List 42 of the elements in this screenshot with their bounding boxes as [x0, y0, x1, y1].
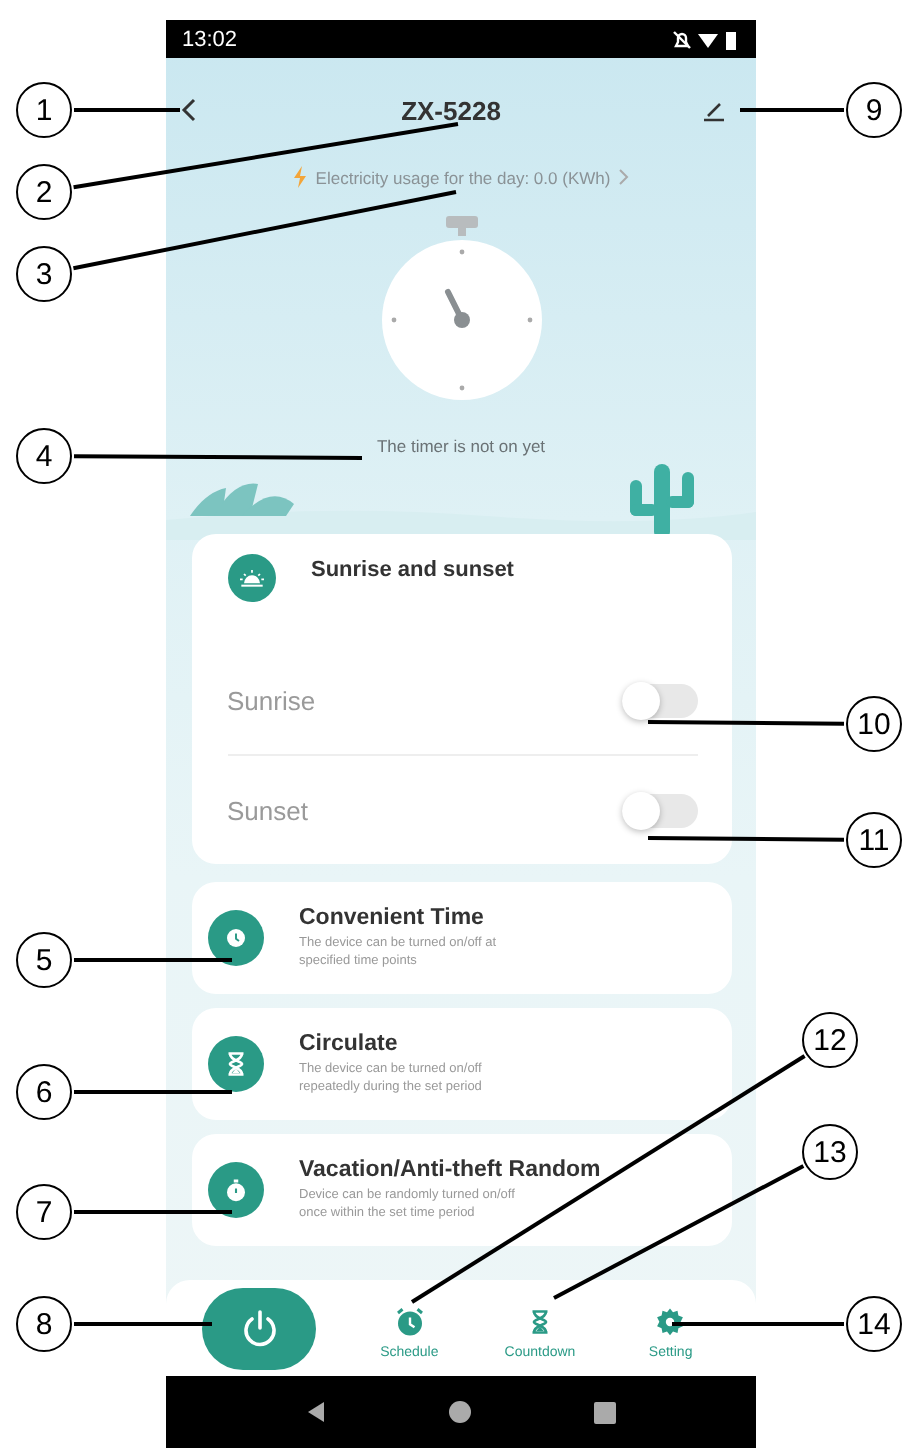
status-time: 13:02	[182, 27, 238, 51]
callout-number: 5	[16, 932, 72, 988]
toggle-label: Sunset	[227, 795, 308, 825]
callout-number: 11	[846, 812, 902, 868]
mode-title: Convenient Time	[299, 905, 486, 930]
leader-line	[74, 1322, 212, 1326]
callout-number: 4	[16, 428, 72, 484]
status-icons-drawing	[672, 29, 740, 49]
back-triangle-icon	[306, 1400, 327, 1424]
callout-number: 1	[16, 82, 72, 138]
electricity-usage-link[interactable]: Electricity usage for the day: 0.0 (KWh)	[291, 166, 631, 188]
power-button[interactable]	[202, 1287, 316, 1369]
callout-number: 6	[16, 1064, 72, 1120]
gear-icon	[652, 1304, 689, 1340]
recents-square-icon	[593, 1401, 616, 1423]
usage-text: Electricity usage for the day: 0.0 (KWh)	[315, 167, 611, 187]
callout-number: 2	[16, 164, 72, 220]
chevron-left-icon	[180, 96, 200, 124]
card-title: Sunrise and sunset	[311, 558, 514, 582]
callout-number: 3	[16, 246, 72, 302]
timer-status-text: The timer is not on yet	[376, 436, 546, 456]
alarm-clock-icon	[391, 1304, 428, 1340]
leader-line	[740, 108, 844, 112]
mode-title: Vacation/Anti-theft Random	[299, 1157, 601, 1182]
callout-number: 8	[16, 1296, 72, 1352]
callout-number: 10	[846, 696, 902, 752]
home-circle-icon	[447, 1400, 472, 1424]
chevron-right-icon	[618, 168, 631, 186]
toggle-label: Sunrise	[227, 685, 316, 715]
leader-line	[74, 108, 180, 112]
device-title: ZX-5228	[401, 95, 501, 125]
pencil-icon	[702, 98, 726, 122]
callout-number: 9	[846, 82, 902, 138]
mode-title: Circulate	[299, 1031, 400, 1056]
toggle-switch[interactable]	[621, 683, 697, 717]
toggle-switch[interactable]	[621, 793, 697, 827]
power-icon	[239, 1308, 279, 1348]
callout-number: 12	[802, 1012, 858, 1068]
callout-number: 14	[846, 1296, 902, 1352]
callout-number: 13	[802, 1124, 858, 1180]
lightning-icon	[291, 166, 308, 188]
callout-number: 7	[16, 1184, 72, 1240]
